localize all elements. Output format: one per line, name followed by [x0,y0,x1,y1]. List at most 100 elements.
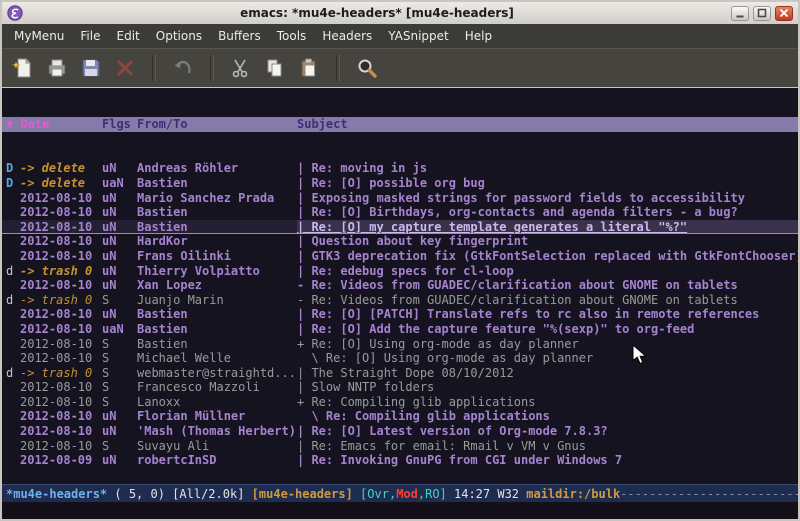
row-date: 2012-08-10 [20,278,102,293]
minimize-button[interactable] [731,6,749,21]
row-mark-prefix: d [6,293,20,308]
row-mark-prefix [6,191,20,206]
row-mark-prefix [6,249,20,264]
header-row[interactable]: 2012-08-10 uN Xan Lopez - Re: Videos fro… [2,278,798,293]
row-mark-prefix [6,439,20,454]
header-row[interactable]: 2012-08-10 S Lanoxx + Re: Compiling glib… [2,395,798,410]
row-from: Bastien [137,205,297,220]
echo-area[interactable] [2,502,798,519]
toolbar-search-button[interactable] [350,52,384,84]
modeline-position: ( 5, 0) [107,487,172,501]
row-date: -> trash 0 [20,366,102,381]
row-date: -> trash 0 [20,293,102,308]
menu-item-buffers[interactable]: Buffers [210,25,269,47]
row-flags: uaN [102,322,137,337]
header-row[interactable]: 2012-08-10 S Suvayu Ali | Re: Emacs for … [2,439,798,454]
modeline-modified-flag: Mod [396,487,418,501]
row-flags: S [102,395,137,410]
row-date: 2012-08-10 [20,220,102,235]
header-row[interactable]: 2012-08-10 S Michael Welle \ Re: [O] Usi… [2,351,798,366]
close-buffer-icon [113,56,137,80]
maximize-button[interactable] [753,6,771,21]
header-row[interactable]: D -> delete uN Andreas Röhler | Re: movi… [2,161,798,176]
close-button[interactable] [775,6,793,21]
row-from: Thierry Volpiatto [137,264,297,279]
undo-icon [171,56,195,80]
header-row[interactable]: 2012-08-10 S Bastien + Re: [O] Using org… [2,337,798,352]
toolbar-copy-button[interactable] [258,52,292,84]
menu-item-mymenu[interactable]: MyMenu [6,25,72,47]
toolbar-cut-button[interactable] [224,52,258,84]
row-subject: + Re: Compiling glib applications [297,395,798,410]
toolbar-close-buffer-button[interactable] [108,52,142,84]
header-row[interactable]: 2012-08-10 S Francesco Mazzoli | Slow NN… [2,380,798,395]
header-row[interactable]: 2012-08-10 uN HardKor | Question about k… [2,234,798,249]
row-mark-prefix [6,424,20,439]
menu-item-headers[interactable]: Headers [314,25,380,47]
row-date: 2012-08-10 [20,409,102,424]
search-icon [355,56,379,80]
open-file-icon [45,56,69,80]
row-date: -> delete [20,176,102,191]
menu-item-options[interactable]: Options [148,25,210,47]
row-mark-prefix [6,278,20,293]
row-flags: uN [102,264,137,279]
menu-item-help[interactable]: Help [457,25,500,47]
row-mark-prefix: D [6,176,20,191]
row-subject: - Re: Videos from GUADEC/clarification a… [297,293,798,308]
column-subject[interactable]: Subject [297,117,798,132]
header-row[interactable]: d -> trash 0 uN Thierry Volpiatto | Re: … [2,264,798,279]
row-mark-prefix [6,409,20,424]
menu-item-file[interactable]: File [72,25,108,47]
row-from: Bastien [137,220,297,235]
header-row[interactable]: d -> trash 0 S webmaster@straightd... | … [2,366,798,381]
toolbar-new-file-button[interactable] [6,52,40,84]
modeline-time: 14:27 W32 [454,487,526,501]
row-date: 2012-08-10 [20,424,102,439]
header-row[interactable]: 2012-08-10 uN Mario Sanchez Prada | Expo… [2,191,798,206]
column-from-to[interactable]: From/To [137,117,297,132]
menu-item-yasnippet[interactable]: YASnippet [380,25,457,47]
row-subject: \ Re: [O] Using org-mode as day planner [297,351,798,366]
column-flags[interactable]: Flgs [102,117,137,132]
row-mark-prefix [6,205,20,220]
row-subject: | GTK3 deprecation fix (GtkFontSelection… [297,249,798,264]
toolbar-open-file-button[interactable] [40,52,74,84]
row-mark-prefix [6,322,20,337]
header-row[interactable]: 2012-08-09 uN robertcInSD | Re: Invoking… [2,453,798,468]
row-flags: uN [102,205,137,220]
menu-item-tools[interactable]: Tools [269,25,315,47]
toolbar-save-button[interactable] [74,52,108,84]
header-row[interactable]: d -> trash 0 S Juanjo Marin - Re: Videos… [2,293,798,308]
header-row[interactable]: 2012-08-10 uN Bastien | Re: [O] my captu… [2,220,798,235]
menu-item-edit[interactable]: Edit [109,25,148,47]
row-subject: | Re: [O] possible org bug [297,176,798,191]
toolbar-paste-button[interactable] [292,52,326,84]
header-row[interactable]: 2012-08-10 uN Frans Oilinki | GTK3 depre… [2,249,798,264]
modeline-status-open: [Ovr, [353,487,396,501]
row-flags: uaN [102,176,137,191]
row-date: -> trash 0 [20,264,102,279]
row-subject: | Exposing masked strings for password f… [297,191,798,206]
header-row[interactable]: 2012-08-10 uN Bastien | Re: [O] [PATCH] … [2,307,798,322]
header-row[interactable]: 2012-08-10 uaN Bastien | Re: [O] Add the… [2,322,798,337]
header-row[interactable]: D -> delete uaN Bastien | Re: [O] possib… [2,176,798,191]
row-from: Mario Sanchez Prada [137,191,297,206]
header-row[interactable]: 2012-08-10 uN Bastien | Re: [O] Birthday… [2,205,798,220]
toolbar-undo-button[interactable] [166,52,200,84]
row-from: Bastien [137,307,297,322]
mu4e-headers-buffer: ▼ Date Flgs From/To Subject D -> delete … [2,87,798,484]
row-subject: | Slow NNTP folders [297,380,798,395]
header-row[interactable]: 2012-08-10 uN Florian Müllner \ Re: Comp… [2,409,798,424]
header-row[interactable]: 2012-08-10 uN 'Mash (Thomas Herbert) | R… [2,424,798,439]
row-subject: + Re: [O] Using org-mode as day planner [297,337,798,352]
row-subject: \ Re: Compiling glib applications [297,409,798,424]
row-from: Florian Müllner [137,409,297,424]
row-flags: S [102,351,137,366]
row-date: 2012-08-10 [20,249,102,264]
row-mark-prefix [6,307,20,322]
row-flags: S [102,337,137,352]
row-from: Michael Welle [137,351,297,366]
sort-column-date[interactable]: ▼ Date [6,117,102,132]
row-from: Andreas Röhler [137,161,297,176]
